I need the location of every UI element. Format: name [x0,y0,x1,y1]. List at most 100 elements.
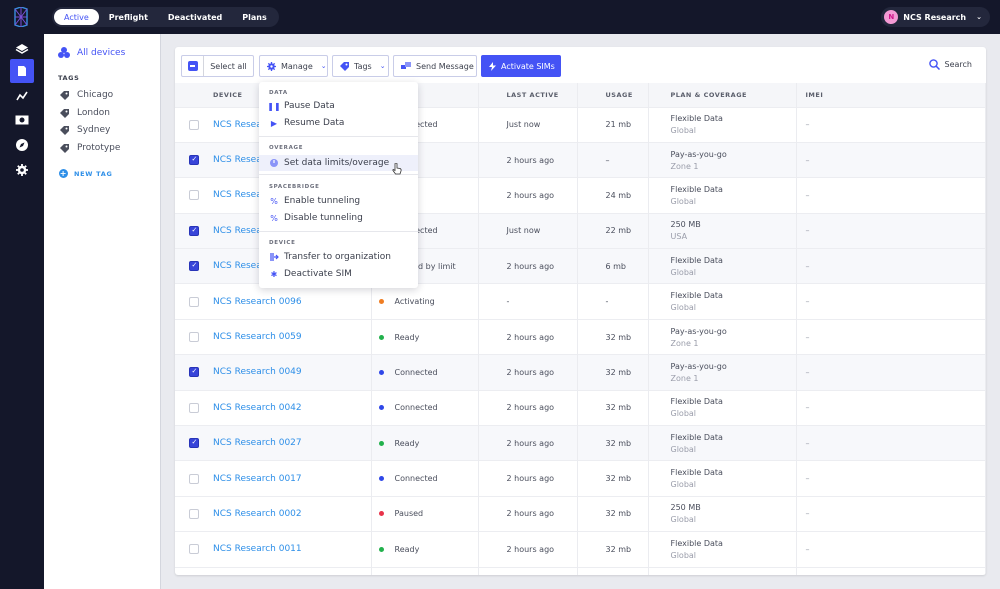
row-checkbox[interactable] [189,296,199,307]
search-button[interactable]: Search [928,59,972,70]
tab-preflight[interactable]: Preflight [99,9,158,25]
column-plan-coverage[interactable]: PLAN & COVERAGE [648,83,797,107]
plan-name: Flexible Data [670,397,723,407]
send-message-button[interactable]: Send Message [393,55,477,77]
imei-cell: – [796,495,986,532]
chart-icon[interactable] [10,84,34,108]
menu-section-spacebridge: SPACEBRIDGE [269,184,320,190]
manage-button[interactable]: Manage ⌄ [259,55,328,77]
activate-sims-button[interactable]: Activate SIMs [481,55,561,77]
row-checkbox[interactable] [189,190,199,201]
all-devices-label: All devices [77,47,126,58]
tab-deactivated[interactable]: Deactivated [158,9,232,25]
row-checkbox[interactable] [189,473,199,484]
tag-item-london[interactable]: London [60,108,110,118]
imei-cell: – [796,177,986,214]
row-checkbox[interactable] [189,367,199,378]
menu-item-pause-data[interactable]: ❚❚ Pause Data [259,98,418,114]
column-usage[interactable]: USAGE [577,83,649,107]
plan-coverage: USA [670,232,688,242]
row-checkbox[interactable] [189,508,199,519]
table-row[interactable]: NCS Research 0049 Connected 2 hours ago32 … [175,354,986,391]
row-checkbox[interactable] [189,225,199,236]
menu-item-resume-data[interactable]: ▶ Resume Data [259,115,418,131]
menu-item-transfer-organization[interactable]: Transfer to organization [259,249,418,265]
row-checkbox[interactable] [189,402,199,413]
usage-cell: 32 mb [577,531,649,568]
row-checkbox-cell [175,318,205,355]
send-message-label: Send Message [416,61,474,71]
menu-item-disable-tunneling[interactable]: % Disable tunneling [259,210,418,226]
row-checkbox[interactable] [189,438,199,449]
table-row[interactable]: NCS Research 0027Ready2 hours ago32 mbFl… [175,425,986,461]
table-row [175,566,986,575]
chevron-down-icon: ⌄ [379,62,386,70]
device-link[interactable]: NCS Research 0011 [213,544,302,554]
device-link[interactable]: NCS Research 0059 [213,332,302,342]
plan-cell: Flexible Data Global [648,389,797,426]
row-checkbox[interactable] [189,332,199,343]
last-active-cell: Just now [478,212,578,249]
status-text: Connected [394,367,438,377]
plan-coverage: Global [670,480,697,490]
row-checkbox[interactable] [189,119,199,130]
plan-coverage: Global [670,267,697,277]
status-dot [378,440,384,446]
row-checkbox[interactable] [189,155,199,166]
device-link[interactable]: NCS Research 0002 [213,509,302,519]
plan-cell: Pay-as-you-go Zone 1 [648,318,797,355]
plan-name: 250 MB [670,503,701,513]
status-text: Ready [394,332,420,342]
plan-name: Pay-as-you-go [670,149,727,159]
device-link[interactable]: NCS Research 0049 [213,367,302,377]
hand-cursor-icon [392,163,402,175]
menu-item-deactivate-sim[interactable]: ✱ Deactivate SIM [259,266,418,282]
org-avatar: N [884,10,899,24]
table-row[interactable]: NCS Research 0096 Activating - - Flexible Da… [175,283,986,320]
menu-item-enable-tunneling[interactable]: % Enable tunneling [259,193,418,209]
tag-item-prototype[interactable]: Prototype [60,143,120,153]
left-rail [0,0,44,589]
org-switcher[interactable]: N NCS Research ⌄ [881,7,990,27]
compass-icon[interactable] [10,133,34,157]
tag-item-sydney[interactable]: Sydney [60,125,110,135]
status-text: Paused [394,509,424,519]
table-row[interactable]: NCS Research 0059 Ready 2 hours ago 32 mb Pa… [175,318,986,355]
device-link[interactable]: NCS Research 0096 [213,297,302,307]
select-all-checkbox[interactable] [187,61,198,71]
menu-item-label: Transfer to organization [284,252,391,262]
tab-active[interactable]: Active [54,9,99,25]
status-cell: Ready [371,425,479,461]
row-checkbox[interactable] [189,544,199,555]
tab-plans[interactable]: Plans [232,9,276,25]
stack-icon[interactable] [10,37,34,61]
all-devices-link[interactable]: All devices [58,47,125,58]
plan-coverage: Global [670,444,697,454]
billing-icon[interactable] [10,108,34,132]
table-row[interactable]: NCS Research 0002 Paused 2 hours ago 32 mb 2… [175,495,986,532]
tunnel-off-icon: % [270,213,278,223]
table-row[interactable]: NCS Research 0042 Connected 2 hours ago 32 … [175,389,986,426]
last-active-cell: 2 hours ago [478,318,578,355]
menu-item-label: Deactivate SIM [284,269,352,279]
select-all-button[interactable]: Select all [181,55,254,77]
table-row[interactable]: NCS Research 0017 Connected 2 hours ago 32 … [175,460,986,497]
device-link[interactable]: NCS Research 0042 [213,403,302,413]
table-row[interactable]: NCS Research 0011 Ready 2 hours ago 32 mb Fl… [175,531,986,568]
column-imei[interactable]: IMEI [796,83,986,107]
device-cell: NCS Research 0017 [205,460,372,497]
sim-card-icon[interactable] [10,59,34,83]
row-checkbox[interactable] [189,261,199,272]
tags-button[interactable]: Tags ⌄ [332,55,389,77]
column-last-active[interactable]: LAST ACTIVE [478,83,578,107]
device-link[interactable]: NCS Research 0017 [213,474,302,484]
status-text: Activating [394,297,435,307]
device-link[interactable]: NCS Research 0027 [213,438,302,448]
deactivate-icon: ✱ [270,269,278,279]
imei-cell: – [796,106,986,143]
new-tag-button[interactable]: + NEW TAG [59,169,113,178]
tag-item-chicago[interactable]: Chicago [60,90,113,100]
plan-cell: Flexible Data Global [648,425,797,461]
gear-icon[interactable] [10,158,34,182]
menu-item-label: Pause Data [284,101,335,111]
